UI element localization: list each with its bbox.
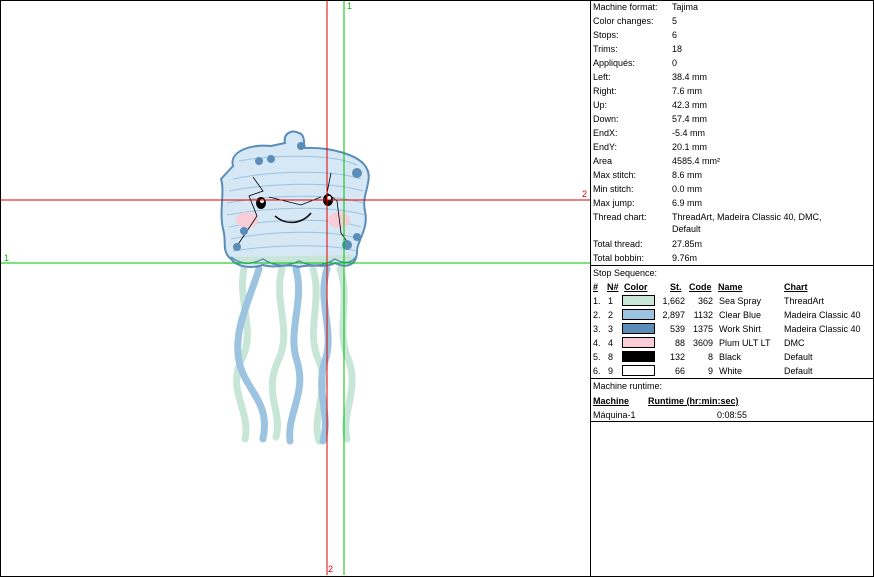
tentacle <box>268 265 288 441</box>
tentacle <box>336 265 356 443</box>
green-horizontal-axis-label: 1 <box>4 253 10 263</box>
green-vertical-axis-label: 1 <box>347 1 353 11</box>
design-canvas[interactable]: 1 2 1 2 <box>1 1 590 575</box>
color-swatch <box>622 295 655 306</box>
section-divider <box>591 378 873 379</box>
color-swatch <box>622 351 655 362</box>
jellyfish-design <box>1 1 590 575</box>
color-swatch <box>622 309 655 320</box>
machine-runtime-title: Machine runtime: <box>593 381 663 391</box>
stop-sequence-title: Stop Sequence: <box>593 268 658 278</box>
red-vertical-axis-label: 2 <box>328 564 334 574</box>
section-divider <box>591 421 873 422</box>
red-horizontal-axis-label: 2 <box>582 189 588 199</box>
color-swatch <box>622 323 655 334</box>
design-info-panel: Machine format: Tajima Color changes: 5 St… <box>591 1 873 575</box>
tentacle <box>286 265 304 445</box>
color-swatch <box>622 365 655 376</box>
section-divider <box>591 265 873 266</box>
color-swatch <box>622 337 655 348</box>
left-eye <box>256 197 266 209</box>
